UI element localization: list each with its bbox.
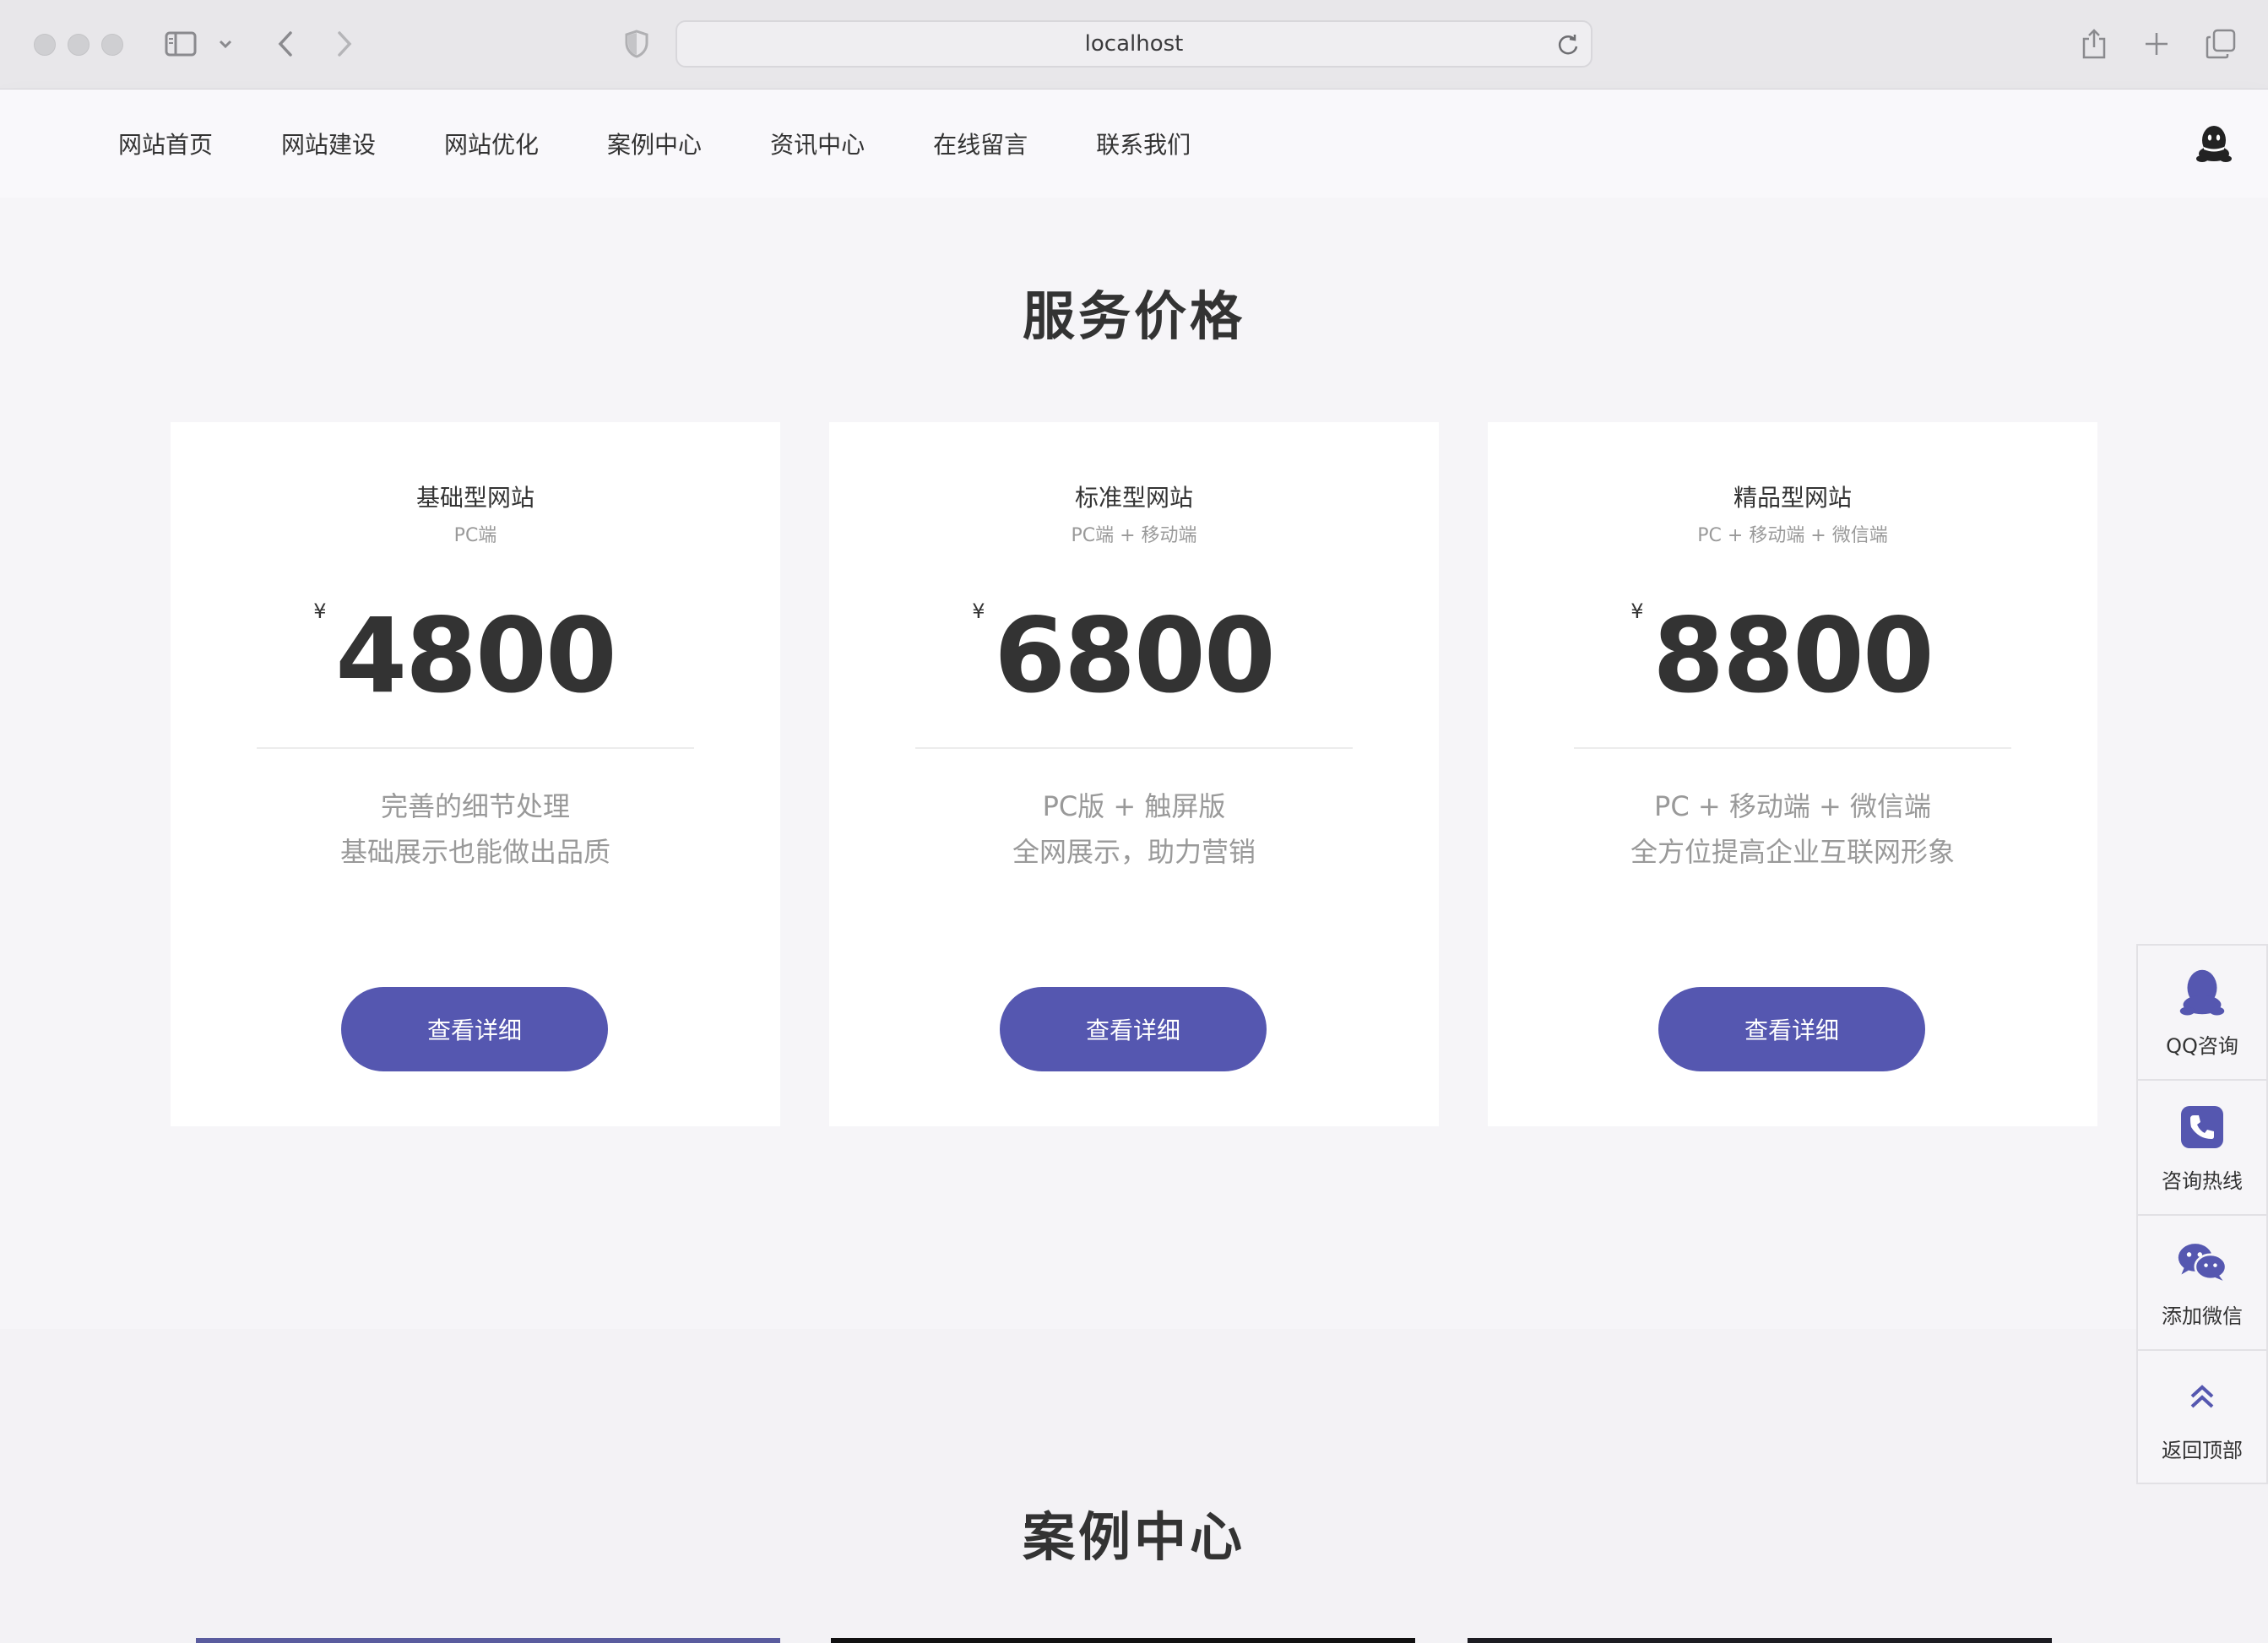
plan-name: 精品型网站 bbox=[1733, 484, 1852, 512]
share-icon[interactable] bbox=[2077, 25, 2111, 62]
cases-title: 案例中心 bbox=[1022, 1506, 1245, 1568]
pricing-card-premium: 精品型网站 PC + 移动端 + 微信端 ¥8800 PC + 移动端 + 微信… bbox=[1488, 422, 2097, 1126]
currency-symbol: ¥ bbox=[313, 599, 326, 623]
plan-price: ¥8800 bbox=[1630, 601, 1934, 708]
price-block: ¥4800 bbox=[171, 601, 780, 708]
zoom-window-button[interactable] bbox=[101, 34, 123, 56]
plan-name: 标准型网站 bbox=[1074, 484, 1193, 512]
pricing-card-basic: 基础型网站 PC端 ¥4800 完善的细节处理 基础展示也能做出品质 查看详细 bbox=[171, 422, 780, 1126]
back-arrow-icon[interactable] bbox=[269, 25, 302, 62]
close-window-button[interactable] bbox=[34, 34, 56, 56]
view-details-button[interactable]: 查看详细 bbox=[1658, 987, 1925, 1071]
plan-price-value: 6800 bbox=[994, 596, 1276, 716]
float-item-label: QQ咨询 bbox=[2166, 1033, 2238, 1058]
forward-arrow-icon[interactable] bbox=[328, 25, 361, 62]
float-item-label: 返回顶部 bbox=[2162, 1438, 2243, 1462]
chevron-down-icon[interactable] bbox=[213, 25, 238, 62]
float-item-label: 添加微信 bbox=[2162, 1304, 2243, 1328]
floating-contact-bar: QQ咨询 咨询热线 添加微信 返回顶部 bbox=[2136, 944, 2268, 1484]
float-wechat[interactable]: 添加微信 bbox=[2138, 1216, 2266, 1351]
float-qq-consult[interactable]: QQ咨询 bbox=[2138, 946, 2266, 1081]
plan-feature-2: 全方位提高企业互联网形象 bbox=[1630, 836, 1955, 868]
view-details-button[interactable]: 查看详细 bbox=[341, 987, 608, 1071]
nav-item-home[interactable]: 网站首页 bbox=[118, 127, 213, 160]
float-item-label: 咨询热线 bbox=[2162, 1169, 2243, 1193]
wechat-icon bbox=[2177, 1237, 2227, 1288]
nav-item-cases[interactable]: 案例中心 bbox=[607, 127, 702, 160]
address-bar[interactable]: localhost bbox=[676, 20, 1592, 68]
plan-price-value: 8800 bbox=[1652, 596, 1934, 716]
minimize-window-button[interactable] bbox=[68, 34, 90, 56]
card-divider bbox=[257, 747, 694, 749]
qq-icon bbox=[2177, 967, 2227, 1017]
float-hotline[interactable]: 咨询热线 bbox=[2138, 1081, 2266, 1216]
pricing-card-standard: 标准型网站 PC端 + 移动端 ¥6800 PC版 + 触屏版 全网展示，助力营… bbox=[829, 422, 1439, 1126]
privacy-shield-icon[interactable] bbox=[621, 25, 652, 62]
plan-feature-1: PC + 移动端 + 微信端 bbox=[1654, 790, 1931, 822]
main-nav: 网站首页 网站建设 网站优化 案例中心 资讯中心 在线留言 联系我们 bbox=[118, 89, 1259, 198]
url-text: localhost bbox=[1084, 31, 1184, 57]
currency-symbol: ¥ bbox=[1630, 599, 1643, 623]
window-controls bbox=[34, 34, 123, 56]
case-thumbnail[interactable] bbox=[1468, 1638, 2052, 1643]
price-block: ¥8800 bbox=[1488, 601, 2097, 708]
reload-icon[interactable] bbox=[1555, 32, 1581, 57]
float-back-to-top[interactable]: 返回顶部 bbox=[2138, 1351, 2266, 1483]
browser-toolbar: localhost bbox=[0, 0, 2268, 89]
view-details-button[interactable]: 查看详细 bbox=[1000, 987, 1267, 1071]
tab-overview-icon[interactable] bbox=[2202, 25, 2239, 62]
nav-item-contact[interactable]: 联系我们 bbox=[1096, 127, 1191, 160]
nav-item-website-building[interactable]: 网站建设 bbox=[281, 127, 376, 160]
plan-feature-2: 全网展示，助力营销 bbox=[1012, 836, 1256, 868]
plan-platform: PC + 移动端 + 微信端 bbox=[1697, 525, 1888, 546]
nav-item-seo[interactable]: 网站优化 bbox=[444, 127, 539, 160]
card-divider bbox=[915, 747, 1353, 749]
plan-feature-2: 基础展示也能做出品质 bbox=[339, 836, 610, 868]
plan-price: ¥6800 bbox=[972, 601, 1276, 708]
nav-item-news[interactable]: 资讯中心 bbox=[770, 127, 865, 160]
plan-name: 基础型网站 bbox=[415, 484, 534, 512]
case-thumbnail[interactable] bbox=[196, 1638, 780, 1643]
plan-feature-1: PC版 + 触屏版 bbox=[1042, 790, 1226, 822]
phone-icon bbox=[2177, 1102, 2227, 1152]
card-divider bbox=[1574, 747, 2011, 749]
site-header: 网站首页 网站建设 网站优化 案例中心 资讯中心 在线留言 联系我们 bbox=[0, 89, 2268, 198]
case-thumbnail[interactable] bbox=[831, 1638, 1415, 1643]
plan-platform: PC端 bbox=[453, 525, 497, 546]
nav-item-message[interactable]: 在线留言 bbox=[933, 127, 1028, 160]
cases-section: 案例中心 bbox=[0, 1329, 2268, 1643]
plan-platform: PC端 + 移动端 bbox=[1071, 525, 1197, 546]
sidebar-toggle-icon[interactable] bbox=[164, 25, 198, 62]
qq-icon[interactable] bbox=[2195, 123, 2233, 164]
plan-price: ¥4800 bbox=[313, 601, 617, 708]
double-chevron-up-icon bbox=[2177, 1371, 2227, 1422]
price-block: ¥6800 bbox=[829, 601, 1439, 708]
pricing-title: 服务价格 bbox=[1022, 285, 1245, 347]
plan-feature-1: 完善的细节处理 bbox=[380, 790, 570, 822]
plan-price-value: 4800 bbox=[335, 596, 617, 716]
currency-symbol: ¥ bbox=[972, 599, 985, 623]
pricing-section: 服务价格 基础型网站 PC端 ¥4800 完善的细节处理 基础展示也能做出品质 … bbox=[0, 198, 2268, 1329]
new-tab-plus-icon[interactable] bbox=[2140, 25, 2173, 62]
